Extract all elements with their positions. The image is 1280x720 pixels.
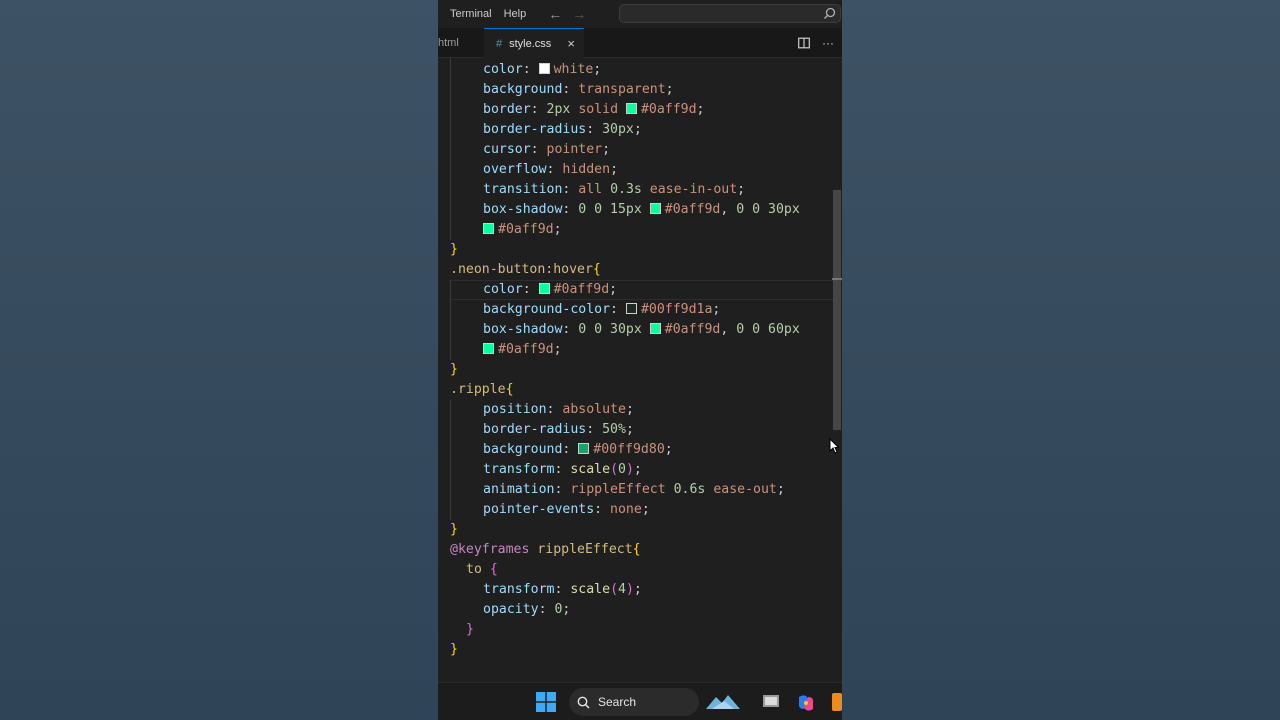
editor-tab-bar: html # style.css × ··· (438, 28, 842, 58)
tab-actions: ··· (798, 28, 834, 58)
weather-widget-icon[interactable] (704, 691, 746, 713)
color-swatch[interactable] (625, 303, 637, 314)
tab-html[interactable]: html (438, 28, 482, 58)
split-editor-icon[interactable] (798, 37, 810, 49)
code-line: } (450, 522, 458, 537)
code-line: animation: rippleEffect 0.6s ease-out; (483, 482, 785, 497)
color-swatch[interactable] (483, 343, 494, 354)
app-icon[interactable] (832, 693, 842, 711)
color-swatch[interactable] (538, 283, 550, 294)
code-line: position: absolute; (483, 402, 634, 417)
code-line: pointer-events: none; (483, 502, 650, 517)
code-line: box-shadow: 0 0 15px #0aff9d, 0 0 30px (483, 202, 800, 217)
vscode-window: Terminal Help ← → html # style.css × ··· (438, 0, 842, 720)
code-line: background-color: #00ff9d1a; (483, 302, 721, 317)
windows-taskbar: Search (438, 682, 842, 720)
menu-terminal[interactable]: Terminal (444, 8, 498, 20)
code-line: box-shadow: 0 0 30px #0aff9d, 0 0 60px (483, 322, 800, 337)
command-center-search[interactable] (619, 4, 841, 23)
code-line: } (466, 622, 474, 637)
mouse-pointer-icon (829, 438, 839, 454)
code-line: color: white; (483, 62, 602, 77)
code-line: to { (466, 562, 498, 577)
forward-arrow-icon[interactable]: → (572, 6, 586, 22)
code-line: color: #0aff9d; (483, 282, 618, 297)
css-file-icon: # (496, 37, 503, 50)
code-line: .ripple{ (450, 382, 514, 397)
code-editor[interactable]: color: white; background: transparent; b… (438, 58, 842, 664)
tab-style-css[interactable]: # style.css × (484, 28, 584, 58)
nav-arrows: ← → (548, 6, 586, 22)
tab-style-css-label: style.css (509, 37, 552, 50)
taskbar-search-label: Search (598, 695, 637, 709)
tab-html-label: html (438, 37, 459, 49)
indent-guide (450, 280, 451, 360)
vertical-scrollbar[interactable] (832, 58, 842, 664)
scrollbar-cursor-marker (832, 278, 842, 280)
code-line: background: transparent; (483, 82, 674, 97)
code-line: transform: scale(4); (483, 582, 642, 597)
color-swatch[interactable] (538, 63, 550, 74)
code-line: @keyframes rippleEffect{ (450, 542, 641, 557)
indent-guide (450, 400, 451, 520)
title-bar: Terminal Help ← → (438, 0, 842, 28)
search-icon (824, 7, 836, 19)
background-right (842, 0, 1280, 720)
search-icon (577, 696, 590, 709)
code-line: border-radius: 50%; (483, 422, 634, 437)
code-line: border-radius: 30px; (483, 122, 642, 137)
back-arrow-icon[interactable]: ← (548, 6, 562, 22)
scrollbar-thumb[interactable] (833, 190, 841, 430)
code-line: overflow: hidden; (483, 162, 619, 177)
menu-help[interactable]: Help (498, 8, 533, 20)
code-line: } (450, 242, 458, 257)
more-actions-icon[interactable]: ··· (822, 36, 834, 50)
indent-guide (450, 58, 451, 240)
code-line: } (450, 642, 458, 657)
code-line: #0aff9d; (483, 220, 562, 240)
code-line: background: #00ff9d80; (483, 442, 673, 457)
color-swatch[interactable] (578, 443, 590, 454)
windows-start-icon[interactable] (536, 692, 556, 712)
file-explorer-icon[interactable] (762, 693, 780, 709)
code-line: transition: all 0.3s ease-in-out; (483, 182, 746, 197)
color-swatch[interactable] (625, 103, 637, 114)
code-line: } (450, 362, 458, 377)
color-swatch[interactable] (483, 223, 494, 234)
background-left (0, 0, 438, 720)
code-line: #0aff9d; (483, 340, 562, 360)
copilot-icon[interactable] (796, 693, 816, 713)
color-swatch[interactable] (649, 323, 661, 334)
code-line: cursor: pointer; (483, 142, 611, 157)
code-line: transform: scale(0); (483, 462, 642, 477)
taskbar-search[interactable]: Search (569, 688, 699, 716)
color-swatch[interactable] (649, 203, 661, 214)
code-line: border: 2px solid #0aff9d; (483, 102, 705, 117)
code-line: .neon-button:hover{ (450, 262, 601, 277)
close-icon[interactable]: × (567, 36, 575, 51)
code-line: opacity: 0; (483, 602, 571, 617)
